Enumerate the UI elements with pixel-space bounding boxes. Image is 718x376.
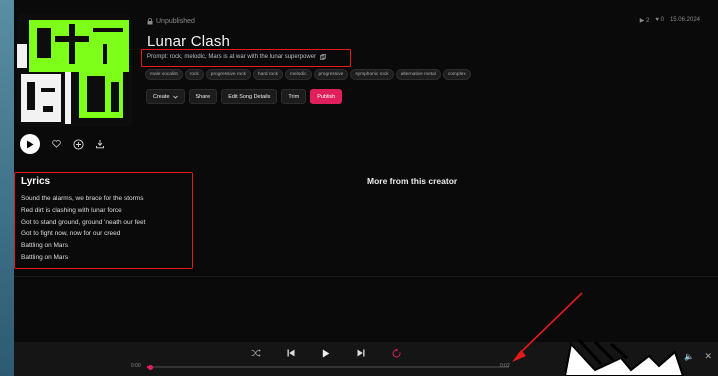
play-icon xyxy=(322,349,330,357)
player-controls xyxy=(250,347,402,359)
plays-count: ▶ 2 xyxy=(640,17,650,24)
download-icon xyxy=(96,140,104,149)
time-total: 0:02 xyxy=(500,363,510,369)
section-divider xyxy=(14,276,718,277)
add-to-playlist-button[interactable] xyxy=(72,138,84,150)
create-button[interactable]: Create xyxy=(146,89,185,104)
tag[interactable]: alternative metal xyxy=(395,69,441,80)
close-player-icon[interactable]: ✕ xyxy=(704,351,712,362)
song-prompt: Prompt: rock, melodic, Mars is at war wi… xyxy=(147,54,326,60)
lyrics-text: Sound the alarms, we brace for the storm… xyxy=(21,193,145,264)
desktop-background xyxy=(0,0,14,376)
next-button[interactable] xyxy=(355,347,367,359)
progress-knob[interactable] xyxy=(148,364,154,370)
repeat-icon xyxy=(392,348,400,357)
more-from-creator-heading: More from this creator xyxy=(367,176,458,186)
heart-icon: ♥ xyxy=(655,17,659,23)
likes-value: 0 xyxy=(660,17,664,23)
song-stats: ▶ 2 ♥ 0 15.06.2024 xyxy=(640,17,700,24)
trim-button[interactable]: Trim xyxy=(281,89,307,104)
song-actions: Create Share Edit Song Details Trim Publ… xyxy=(146,89,343,104)
tag[interactable]: symphonic rock xyxy=(350,69,394,80)
share-button[interactable]: Share xyxy=(188,89,218,104)
tag[interactable]: progressive rock xyxy=(205,69,251,80)
player-play-button[interactable] xyxy=(320,347,332,359)
publish-status: Unpublished xyxy=(147,18,195,25)
skip-back-icon xyxy=(287,349,295,357)
lyrics-line: Red dirt is clashing with lunar force xyxy=(21,206,122,214)
create-label: Create xyxy=(153,93,170,100)
song-date: 15.06.2024 xyxy=(669,17,700,23)
tag[interactable]: complex xyxy=(442,69,471,80)
likes-count: ♥ 0 xyxy=(655,17,664,24)
heart-outline-icon xyxy=(51,140,61,148)
tag[interactable]: melodic xyxy=(285,69,312,80)
shuffle-icon xyxy=(251,349,261,357)
tag-list: male vocalist rock progressive rock hard… xyxy=(145,69,471,80)
previous-button[interactable] xyxy=(285,347,297,359)
play-button[interactable] xyxy=(20,134,40,154)
volume-icon[interactable]: 🔈 xyxy=(684,352,694,361)
prompt-text: Prompt: rock, melodic, Mars is at war wi… xyxy=(147,54,317,60)
chevron-down-icon xyxy=(172,95,178,99)
plus-circle-icon xyxy=(72,138,84,150)
like-button[interactable] xyxy=(50,138,62,150)
repeat-button[interactable] xyxy=(390,347,402,359)
edit-song-details-button[interactable]: Edit Song Details xyxy=(221,89,278,104)
tag[interactable]: progressive xyxy=(313,69,349,80)
play-icon xyxy=(27,140,34,148)
time-current: 0:00 xyxy=(131,363,141,369)
lyrics-line: Battling on Mars xyxy=(21,253,68,261)
download-button[interactable] xyxy=(94,138,106,150)
lyrics-line: Got to stand ground, ground 'neath our f… xyxy=(21,218,146,226)
song-title: Lunar Clash xyxy=(147,33,231,50)
progress-bar[interactable] xyxy=(147,364,509,370)
status-label: Unpublished xyxy=(156,18,195,25)
tag[interactable]: male vocalist xyxy=(145,69,183,80)
lyrics-line: Sound the alarms, we brace for the storm… xyxy=(21,195,144,202)
skip-forward-icon xyxy=(357,349,365,357)
play-count-icon: ▶ xyxy=(639,18,645,24)
copy-icon[interactable] xyxy=(320,54,326,60)
lyrics-heading: Lyrics xyxy=(21,176,51,187)
tag[interactable]: hard rock xyxy=(253,69,283,80)
lyrics-line: Battling on Mars xyxy=(21,242,68,250)
plays-value: 2 xyxy=(646,18,650,24)
lock-icon xyxy=(147,18,153,25)
song-controls xyxy=(20,134,106,154)
pointer-hand-icon xyxy=(565,338,685,376)
shuffle-button[interactable] xyxy=(250,347,262,359)
tag[interactable]: rock xyxy=(184,69,204,80)
song-cover-art[interactable] xyxy=(17,14,132,127)
lyrics-line: Got to fight now, now for our creed xyxy=(21,230,121,238)
publish-button[interactable]: Publish xyxy=(310,89,343,104)
